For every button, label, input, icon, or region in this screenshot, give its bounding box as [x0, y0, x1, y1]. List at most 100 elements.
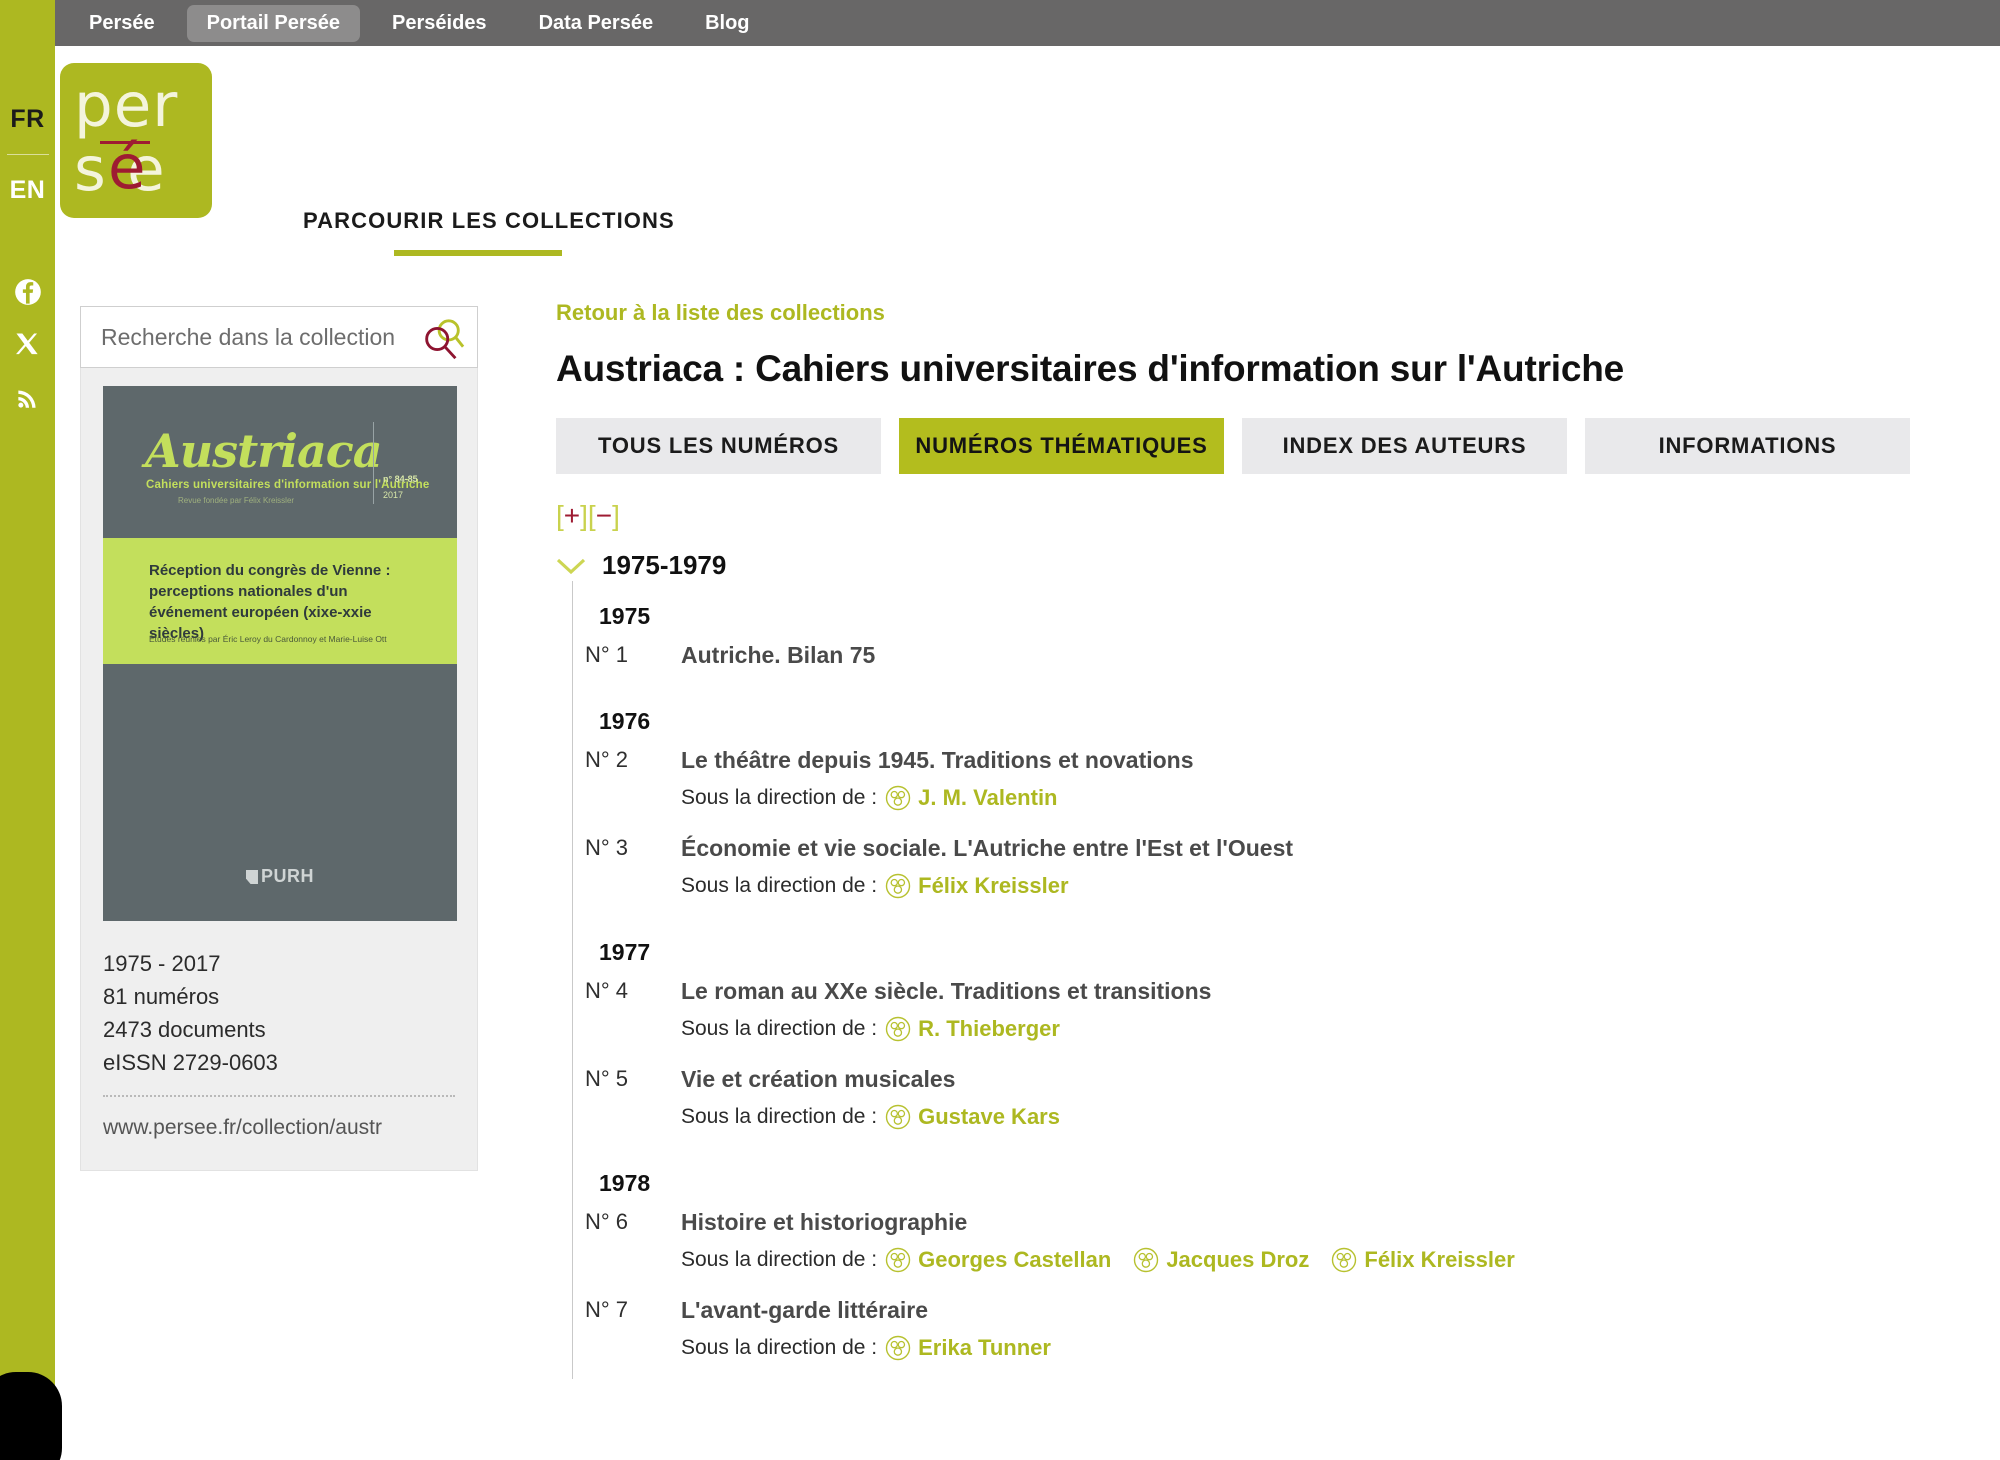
author-name: Gustave Kars [918, 1104, 1060, 1129]
director-label: Sous la direction de : [681, 1017, 878, 1040]
meta-collection-url[interactable]: www.persee.fr/collection/austr [103, 1111, 455, 1144]
nav-item-persee[interactable]: Persée [69, 5, 175, 42]
author-group-icon [885, 785, 911, 811]
rail-bottom-accent [0, 1372, 62, 1460]
cover-theme-text: Réception du congrès de Vienne : percept… [149, 562, 391, 642]
issue-body: Histoire et historiographie Sous la dire… [681, 1207, 1956, 1275]
nav-item-data-persee[interactable]: Data Persée [519, 5, 674, 42]
issue-title[interactable]: Le théâtre depuis 1945. Traditions et no… [681, 745, 1956, 775]
lang-en-label: EN [9, 175, 46, 204]
issue-number: N° 2 [585, 747, 629, 772]
nav-item-portail-persee[interactable]: Portail Persée [186, 4, 361, 42]
issue-title[interactable]: Autriche. Bilan 75 [681, 640, 1956, 670]
expand-all-symbol: + [563, 500, 581, 531]
author-group-icon [885, 1247, 911, 1273]
issue-title[interactable]: L'avant-garde littéraire [681, 1295, 1956, 1325]
author-name: R. Thieberger [918, 1016, 1060, 1041]
x-twitter-link[interactable] [0, 318, 55, 371]
lang-switch-en[interactable]: EN [0, 155, 55, 225]
author-group-icon [1134, 1247, 1159, 1273]
issue-directors: Sous la direction de : Georges Castellan [681, 1245, 1956, 1275]
meta-eissn: eISSN 2729-0603 [103, 1050, 278, 1075]
author-link[interactable]: R. Thieberger [885, 1014, 1060, 1044]
group-header-1975-1979[interactable]: 1975-1979 [556, 550, 1956, 581]
rss-link[interactable] [0, 371, 55, 424]
page-root: FR EN Persée Portail Persée Perséides Da… [0, 0, 2000, 1460]
author-name: J. M. Valentin [918, 785, 1058, 810]
main-content: Retour à la liste des collections Austri… [556, 300, 1956, 1379]
issue-number: N° 6 [585, 1209, 629, 1234]
issue-row: N° 4 Le roman au XXe siècle. Traditions … [573, 972, 1956, 1060]
group-range-label: 1975-1979 [602, 550, 727, 580]
cover-editors-text: Études réunies par Éric Leroy du Cardonn… [149, 634, 387, 644]
author-group-icon [885, 1104, 911, 1130]
cover-publisher-logo: PURH [103, 866, 457, 887]
issue-directors: Sous la direction de : Gustave Kars [681, 1102, 1956, 1132]
cover-issue-year: 2017 [383, 490, 404, 500]
social-links [0, 265, 55, 424]
issue-title[interactable]: Le roman au XXe siècle. Traditions et tr… [681, 976, 1956, 1006]
journal-cover-image[interactable]: Austriaca Cahiers universitaires d'infor… [103, 386, 457, 921]
expand-collapse-controls: [+][−] [556, 500, 1956, 532]
director-label: Sous la direction de : [681, 1336, 878, 1359]
facebook-link[interactable] [0, 265, 55, 318]
tab-tous-les-numeros[interactable]: TOUS LES NUMÉROS [556, 418, 881, 474]
collection-sidebar: Austriaca Cahiers universitaires d'infor… [80, 306, 478, 1171]
meta-divider [103, 1095, 455, 1097]
author-link[interactable]: Félix Kreissler [885, 871, 1069, 901]
logo-text-per: per [74, 70, 179, 141]
meta-issue-count: 81 numéros [103, 984, 220, 1009]
lang-switch-fr[interactable]: FR [0, 84, 55, 154]
left-rail: FR EN [0, 0, 62, 1460]
author-name: Jacques Droz [1166, 1247, 1310, 1272]
author-link[interactable]: Jacques Droz [1133, 1245, 1309, 1275]
collection-search [80, 306, 478, 368]
tab-numeros-thematiques[interactable]: NUMÉROS THÉMATIQUES [899, 418, 1224, 474]
collapse-all-button[interactable]: [−] [588, 500, 620, 531]
author-name: Félix Kreissler [918, 873, 1069, 898]
search-icon[interactable] [419, 316, 465, 362]
meta-document-count: 2473 documents [103, 1017, 266, 1042]
issue-number: N° 3 [585, 835, 629, 860]
issue-directors: Sous la direction de : Félix Kreissler [681, 871, 1956, 901]
issue-body: Vie et création musicales Sous la direct… [681, 1064, 1956, 1132]
expand-all-button[interactable]: [+] [556, 500, 588, 531]
issue-row: N° 3 Économie et vie sociale. L'Autriche… [573, 829, 1956, 917]
issue-title[interactable]: Économie et vie sociale. L'Autriche entr… [681, 833, 1956, 863]
year-label-1975: 1975 [599, 603, 651, 629]
issue-body: Le roman au XXe siècle. Traditions et tr… [681, 976, 1956, 1044]
year-label-1976: 1976 [599, 708, 651, 734]
cover-issue-number: n° 84-85 [383, 474, 418, 484]
author-link[interactable]: Georges Castellan [885, 1245, 1111, 1275]
persee-logo[interactable]: per s e é [60, 63, 212, 218]
issue-title[interactable]: Vie et création musicales [681, 1064, 1956, 1094]
back-to-collections-link[interactable]: Retour à la liste des collections [556, 300, 885, 326]
author-link[interactable]: Erika Tunner [885, 1333, 1051, 1363]
search-input[interactable] [99, 322, 419, 352]
author-link[interactable]: J. M. Valentin [885, 783, 1058, 813]
issue-number: N° 7 [585, 1297, 629, 1322]
issue-row: N° 7 L'avant-garde littéraire Sous la di… [573, 1291, 1956, 1379]
issue-body: Le théâtre depuis 1945. Traditions et no… [681, 745, 1956, 813]
rss-icon [17, 390, 36, 408]
cover-subtitle-secondary: Revue fondée par Félix Kreissler [178, 496, 295, 505]
cover-publisher-name: PURH [260, 866, 314, 886]
issue-body: L'avant-garde littéraire Sous la directi… [681, 1295, 1956, 1363]
tab-informations[interactable]: INFORMATIONS [1585, 418, 1910, 474]
issue-directors: Sous la direction de : Erika Tunner [681, 1333, 1956, 1363]
tab-index-des-auteurs[interactable]: INDEX DES AUTEURS [1242, 418, 1567, 474]
author-name: Erika Tunner [918, 1335, 1051, 1360]
author-group-icon [885, 1335, 911, 1361]
director-label: Sous la direction de : [681, 786, 878, 809]
section-underline [394, 250, 562, 256]
nav-item-perseides[interactable]: Perséides [372, 5, 507, 42]
issue-body: Économie et vie sociale. L'Autriche entr… [681, 833, 1956, 901]
x-twitter-icon [16, 333, 38, 355]
issue-title[interactable]: Histoire et historiographie [681, 1207, 1956, 1237]
nav-item-blog[interactable]: Blog [685, 5, 769, 42]
logo-accent-e: é [108, 132, 146, 203]
author-group-icon [885, 873, 911, 899]
author-link[interactable]: Gustave Kars [885, 1102, 1060, 1132]
section-title: PARCOURIR LES COLLECTIONS [303, 208, 675, 233]
author-link[interactable]: Félix Kreissler [1331, 1245, 1515, 1275]
